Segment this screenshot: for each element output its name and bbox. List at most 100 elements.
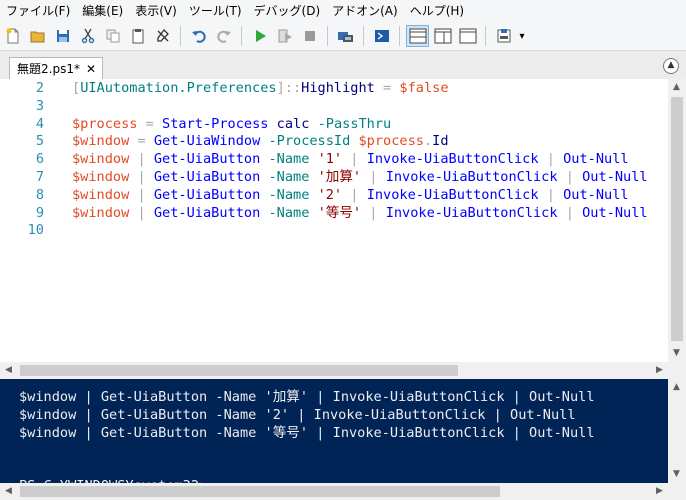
code-token: $window — [72, 169, 130, 185]
code-token: Get-UiaButton — [153, 186, 261, 203]
console-pane[interactable]: $window | Get-UiaButton -Name '加算' | Inv… — [0, 379, 668, 483]
code-line[interactable]: 9 $window | Get-UiaButton -Name '等号' | In… — [0, 204, 648, 222]
layout-max-icon[interactable] — [456, 25, 479, 47]
console-horizontal-scroll-thumb[interactable] — [20, 486, 500, 497]
code-line[interactable]: 2 [UIAutomation.Preferences]::Highlight =… — [0, 79, 449, 97]
code-line[interactable]: 3 — [0, 97, 72, 115]
run-script-icon[interactable] — [248, 25, 271, 47]
layout-right-icon[interactable] — [431, 25, 454, 47]
paste-icon[interactable] — [126, 25, 149, 47]
start-powershell-icon[interactable] — [370, 25, 393, 47]
code-token: Invoke-UiaButtonClick — [385, 204, 558, 221]
code-token: Get-UiaButton — [153, 204, 261, 221]
toolbar-overflow-icon[interactable]: ▾ — [517, 25, 527, 47]
editor-vertical-scroll-thumb[interactable] — [671, 97, 683, 341]
console-vertical-scrollbar[interactable]: ▲ ▼ — [668, 379, 686, 483]
copy-icon[interactable] — [101, 25, 124, 47]
code-token: | — [557, 169, 583, 185]
code-token: Highlight — [301, 80, 375, 96]
save-icon[interactable] — [51, 25, 74, 47]
code-token: $window — [72, 133, 130, 150]
stop-icon[interactable] — [298, 25, 321, 47]
code-token: | — [538, 186, 564, 203]
line-number: 7 — [35, 169, 44, 185]
code-line[interactable]: 4 $process = Start-Process calc -PassThru — [0, 115, 391, 133]
code-token: '1' — [317, 151, 343, 168]
line-number: 8 — [35, 186, 44, 203]
toolbar-separator — [485, 26, 486, 46]
code-token: calc — [276, 115, 310, 132]
toolbar: ▾ — [0, 22, 686, 51]
code-token: | — [129, 151, 154, 168]
scroll-left-icon[interactable]: ◀ — [5, 486, 12, 496]
code-line[interactable]: 10 — [0, 221, 72, 239]
run-selection-icon[interactable] — [273, 25, 296, 47]
code-line[interactable]: 6 $window | Get-UiaButton -Name '1' | Inv… — [0, 150, 629, 168]
collapse-script-pane-icon[interactable]: ▲ — [663, 58, 679, 74]
console-horizontal-scrollbar[interactable]: ◀ ▶ — [0, 483, 686, 500]
line-number: 4 — [35, 115, 44, 132]
code-token: | — [361, 204, 386, 221]
cut-icon[interactable] — [76, 25, 99, 47]
code-line[interactable]: 8 $window | Get-UiaButton -Name '2' | Inv… — [0, 186, 629, 204]
menu-item[interactable]: アドオン(A) — [326, 0, 404, 22]
code-token: Start-Process — [162, 115, 269, 132]
code-token: Out-Null — [563, 186, 629, 203]
line-number: 10 — [27, 222, 44, 239]
scroll-right-icon[interactable]: ▶ — [656, 365, 663, 375]
code-token: '等号' — [317, 204, 362, 221]
scroll-down-icon[interactable]: ▼ — [673, 469, 680, 479]
show-commands-icon[interactable] — [492, 25, 515, 47]
editor-horizontal-scrollbar[interactable]: ◀ ▶ — [0, 362, 686, 379]
line-number: 3 — [35, 97, 44, 114]
code-token: $process — [358, 133, 424, 150]
scroll-down-icon[interactable]: ▼ — [673, 348, 680, 358]
code-token: Get-UiaButton — [153, 169, 261, 185]
menu-item[interactable]: デバッグ(D) — [248, 0, 327, 22]
scroll-up-icon[interactable]: ▲ — [673, 382, 680, 392]
toolbar-separator — [180, 26, 181, 46]
code-token: -Name — [268, 204, 310, 221]
code-token: -Name — [268, 169, 310, 185]
open-folder-icon[interactable] — [26, 25, 49, 47]
editor-horizontal-scroll-thumb[interactable] — [20, 365, 458, 376]
code-token: Id — [432, 133, 449, 150]
line-number: 6 — [35, 151, 44, 168]
menu-item[interactable]: ツール(T) — [183, 0, 248, 22]
menu-item[interactable]: 表示(V) — [129, 0, 183, 22]
new-file-icon[interactable] — [1, 25, 24, 47]
console-line: $window | Get-UiaButton -Name '等号' | Inv… — [19, 424, 595, 441]
code-token: Invoke-UiaButtonClick — [385, 169, 558, 185]
close-icon[interactable]: ✕ — [86, 58, 96, 80]
layout-top-icon[interactable] — [406, 25, 429, 47]
code-token: . — [423, 133, 433, 150]
scroll-up-icon[interactable]: ▲ — [673, 82, 680, 92]
code-token: $false — [399, 80, 449, 96]
redo-icon[interactable] — [212, 25, 235, 47]
clear-console-icon[interactable] — [151, 25, 174, 47]
script-editor[interactable]: 2 [UIAutomation.Preferences]::Highlight =… — [0, 79, 668, 362]
scroll-right-icon[interactable]: ▶ — [656, 486, 663, 496]
code-line[interactable]: 7 $window | Get-UiaButton -Name '加算' | In… — [0, 168, 648, 186]
menu-item[interactable]: ヘルプ(H) — [404, 0, 470, 22]
code-token: | — [342, 151, 367, 168]
code-token: '加算' — [317, 169, 362, 185]
code-token: $process — [72, 115, 138, 132]
code-token: $window — [72, 204, 130, 221]
console-line: $window | Get-UiaButton -Name '2' | Invo… — [19, 406, 576, 423]
menu-item[interactable]: ファイル(F) — [0, 0, 76, 22]
code-token: '2' — [317, 186, 343, 203]
script-tab[interactable]: 無題2.ps1* ✕ — [9, 57, 103, 79]
scroll-left-icon[interactable]: ◀ — [5, 365, 12, 375]
console-line: $window | Get-UiaButton -Name '加算' | Inv… — [19, 389, 595, 405]
code-token: = — [137, 115, 163, 132]
menu-item[interactable]: 編集(E) — [76, 0, 129, 22]
editor-vertical-scrollbar[interactable]: ▲ ▼ — [668, 79, 686, 362]
code-line[interactable]: 5 $window = Get-UiaWindow -ProcessId $pro… — [0, 132, 449, 150]
code-token: | — [129, 186, 154, 203]
remote-session-icon[interactable] — [334, 25, 357, 47]
undo-icon[interactable] — [187, 25, 210, 47]
code-token: -Name — [268, 186, 310, 203]
